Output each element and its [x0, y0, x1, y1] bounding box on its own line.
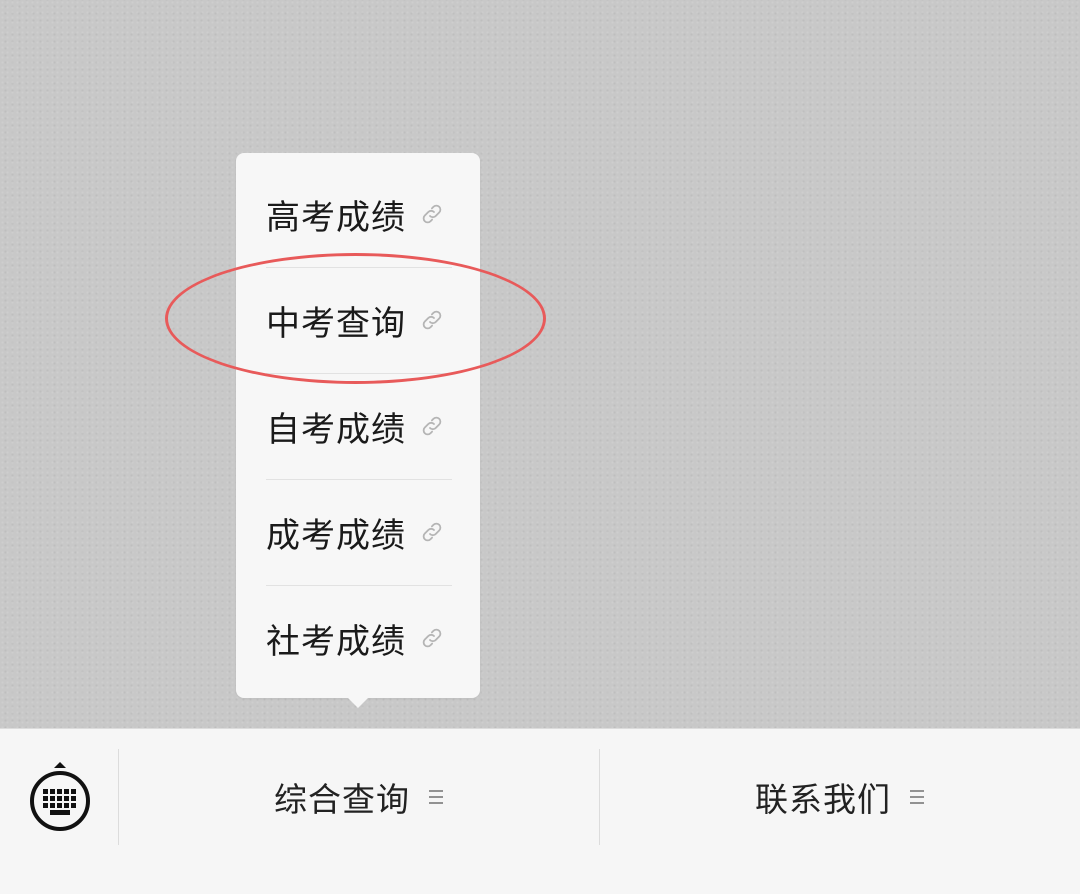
link-icon	[422, 522, 442, 542]
link-icon	[422, 628, 442, 648]
submenu-item-gaokao[interactable]: 高考成绩	[266, 161, 452, 268]
submenu-item-label: 中考查询	[266, 303, 406, 344]
submenu-popup: 高考成绩 中考查询 自考成绩 成考成绩 社考成绩	[236, 153, 480, 698]
submenu-item-shekao[interactable]: 社考成绩	[266, 585, 452, 691]
link-icon	[422, 310, 442, 330]
submenu-item-chengkao[interactable]: 成考成绩	[266, 479, 452, 586]
keyboard-icon	[30, 762, 90, 831]
tab-comprehensive-query[interactable]: 综合查询	[119, 749, 599, 845]
tab-label: 联系我们	[755, 780, 891, 819]
submenu-item-zhongkao[interactable]: 中考查询	[266, 267, 452, 374]
chat-background	[0, 0, 1080, 728]
submenu-item-label: 社考成绩	[266, 621, 406, 662]
link-icon	[422, 204, 442, 224]
tab-label: 综合查询	[274, 780, 410, 819]
submenu-item-label: 高考成绩	[266, 197, 406, 238]
submenu-item-label: 成考成绩	[266, 515, 406, 556]
tab-contact-us[interactable]: 联系我们	[600, 749, 1080, 845]
submenu-item-label: 自考成绩	[266, 409, 406, 450]
link-icon	[422, 416, 442, 436]
popup-pointer	[347, 697, 369, 708]
menu-lines-icon	[910, 790, 924, 804]
keyboard-toggle-button[interactable]	[18, 759, 102, 843]
submenu-item-zikao[interactable]: 自考成绩	[266, 373, 452, 480]
menu-lines-icon	[429, 790, 443, 804]
bottom-menu-bar: 综合查询 联系我们	[0, 728, 1080, 894]
